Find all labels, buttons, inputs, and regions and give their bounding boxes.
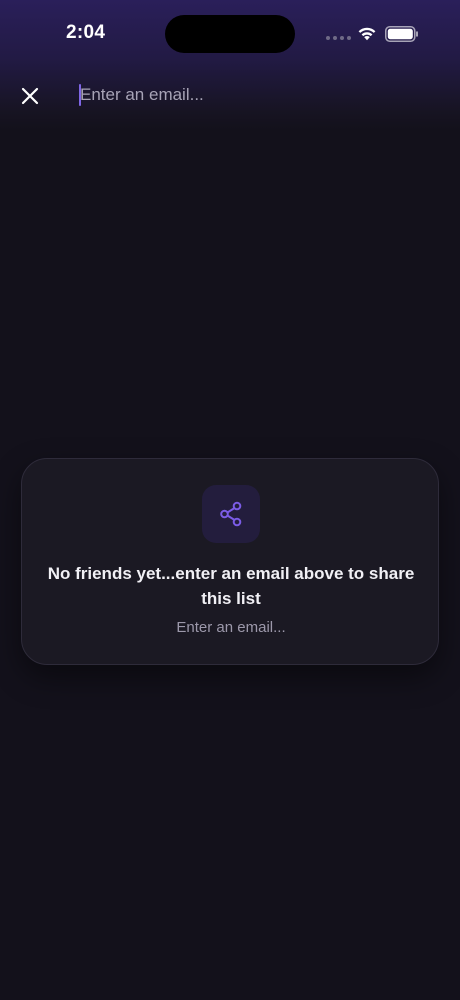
- email-input[interactable]: [78, 80, 438, 110]
- status-bar: 2:04: [0, 0, 460, 70]
- empty-state-card: No friends yet...enter an email above to…: [21, 458, 439, 665]
- share-list-screen: 2:04 Enter an email... No friends yet...…: [0, 0, 460, 1000]
- close-icon: [21, 87, 39, 105]
- wifi-icon: [358, 27, 376, 41]
- share-icon-badge: [202, 485, 260, 543]
- battery-icon: [385, 26, 418, 42]
- status-time: 2:04: [66, 22, 106, 43]
- close-button[interactable]: [14, 80, 46, 112]
- text-caret: [79, 84, 81, 106]
- empty-state-subtitle: Enter an email...: [176, 619, 286, 636]
- share-icon: [220, 501, 242, 527]
- empty-state-title: No friends yet...enter an email above to…: [47, 564, 415, 608]
- email-entry-header: [0, 70, 460, 120]
- dynamic-island: [165, 15, 295, 53]
- cellular-signal-icon: [326, 36, 351, 40]
